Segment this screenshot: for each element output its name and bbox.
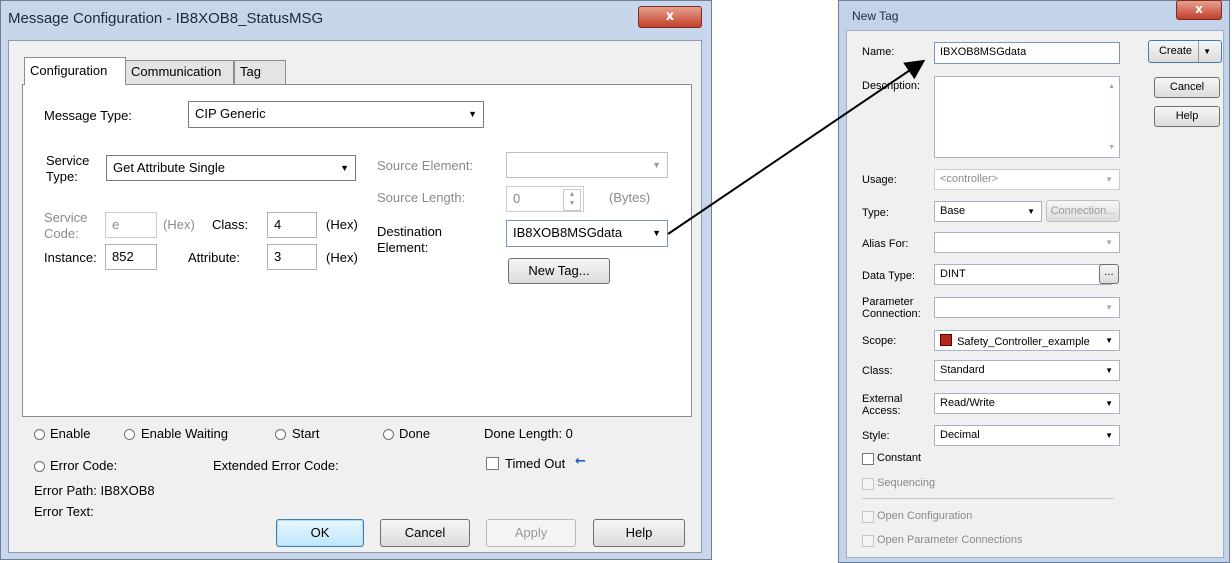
arrow-line <box>667 59 926 235</box>
callout-arrow <box>667 59 926 235</box>
tab-configuration[interactable]: Configuration <box>24 57 126 85</box>
